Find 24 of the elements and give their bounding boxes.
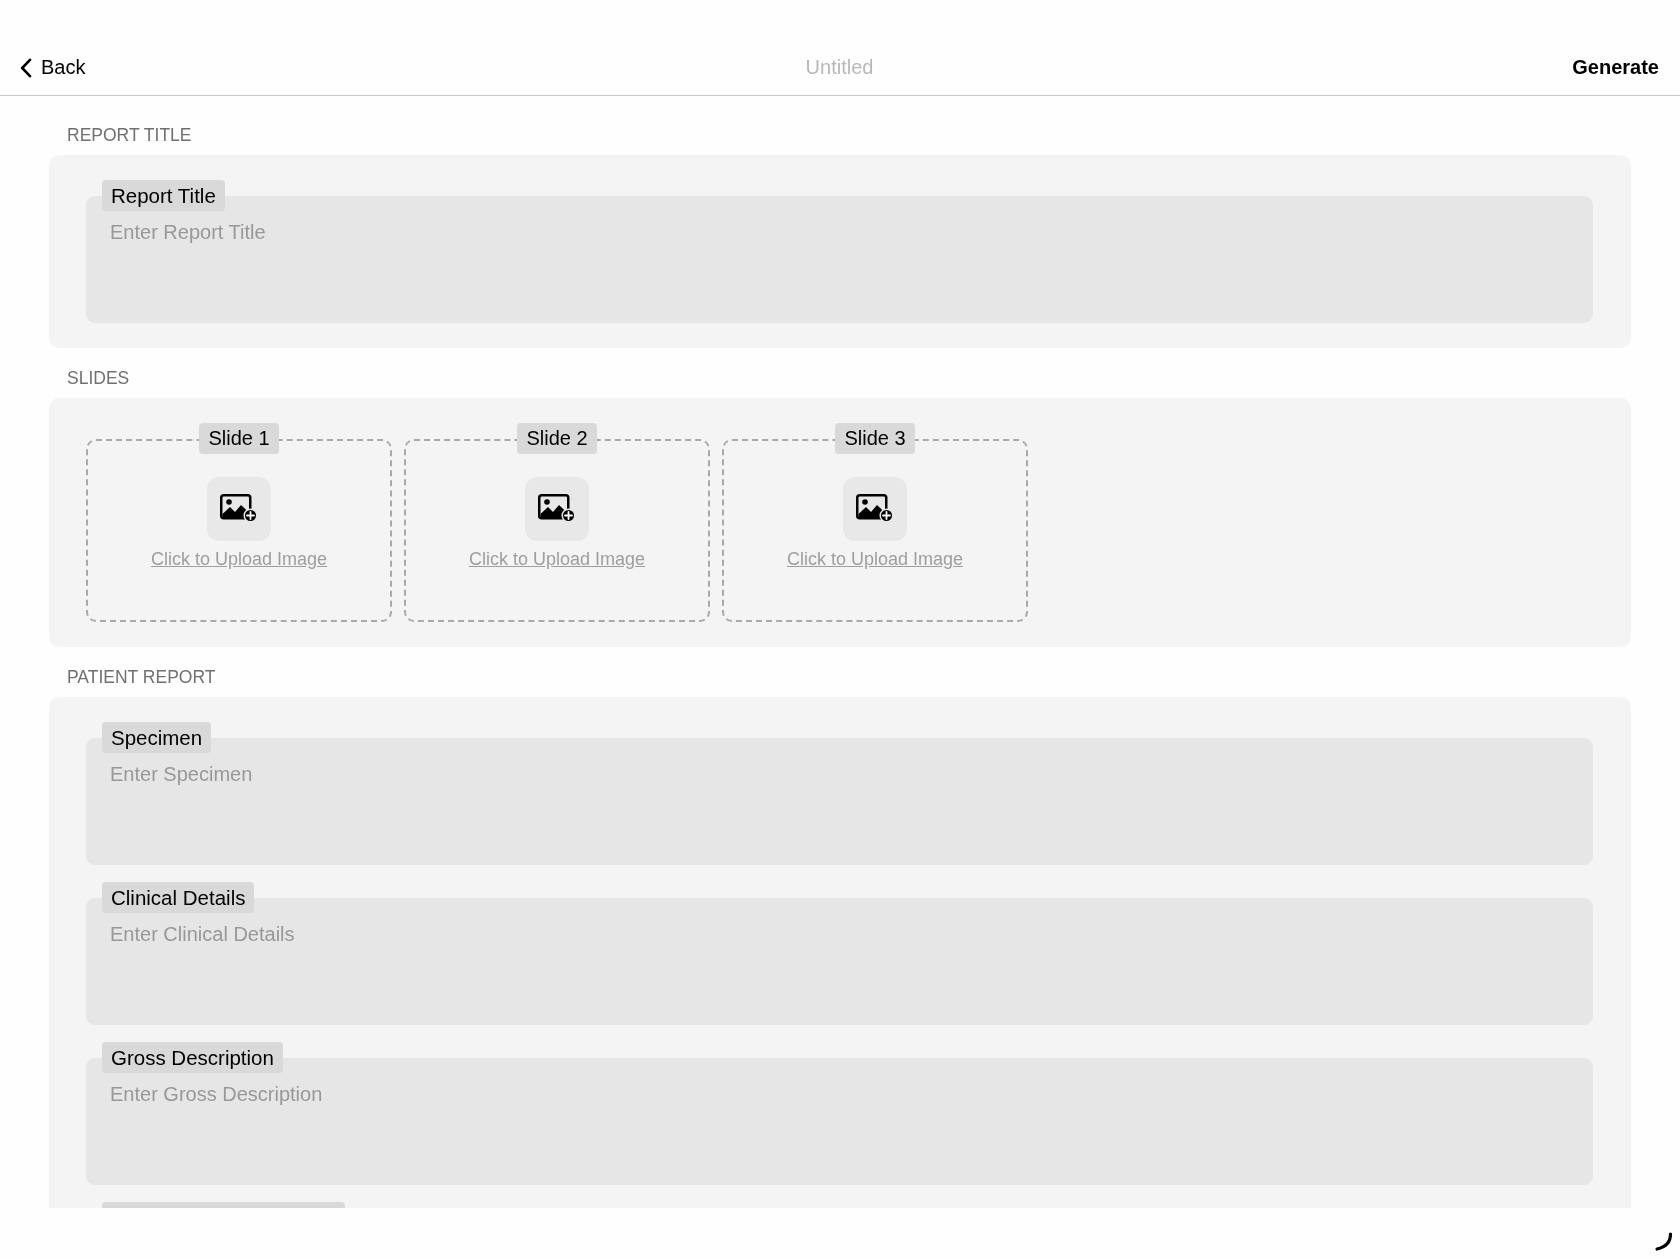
field-label: Gross Description: [102, 1041, 283, 1073]
image-add-icon: [856, 494, 894, 523]
upload-image-button[interactable]: [525, 476, 589, 541]
image-add-icon: [538, 494, 576, 523]
slide-label: Slide 3: [835, 423, 915, 454]
upload-image-link[interactable]: Click to Upload Image: [786, 547, 964, 570]
corner-arc-icon[interactable]: [1655, 1232, 1673, 1251]
field-label: Clinical Details: [102, 881, 255, 913]
chevron-left-icon: [20, 57, 32, 78]
section-heading: SLIDES: [67, 368, 130, 388]
field-label: Specimen: [102, 721, 212, 753]
back-button[interactable]: Back: [20, 56, 86, 79]
upload-image-button[interactable]: [843, 476, 907, 541]
upload-image-link[interactable]: Click to Upload Image: [468, 547, 646, 570]
upload-image-link[interactable]: Click to Upload Image: [150, 547, 328, 570]
document-title: Untitled: [805, 56, 874, 79]
slide-label: Slide 2: [517, 423, 597, 454]
image-add-icon: [220, 494, 258, 523]
upload-image-button[interactable]: [207, 476, 271, 541]
section-heading: REPORT TITLE: [67, 125, 192, 145]
field-label: Report Title: [102, 180, 225, 211]
generate-button[interactable]: Generate: [1572, 56, 1659, 79]
slide-label: Slide 1: [199, 423, 279, 454]
section-heading: PATIENT REPORT: [67, 666, 216, 687]
